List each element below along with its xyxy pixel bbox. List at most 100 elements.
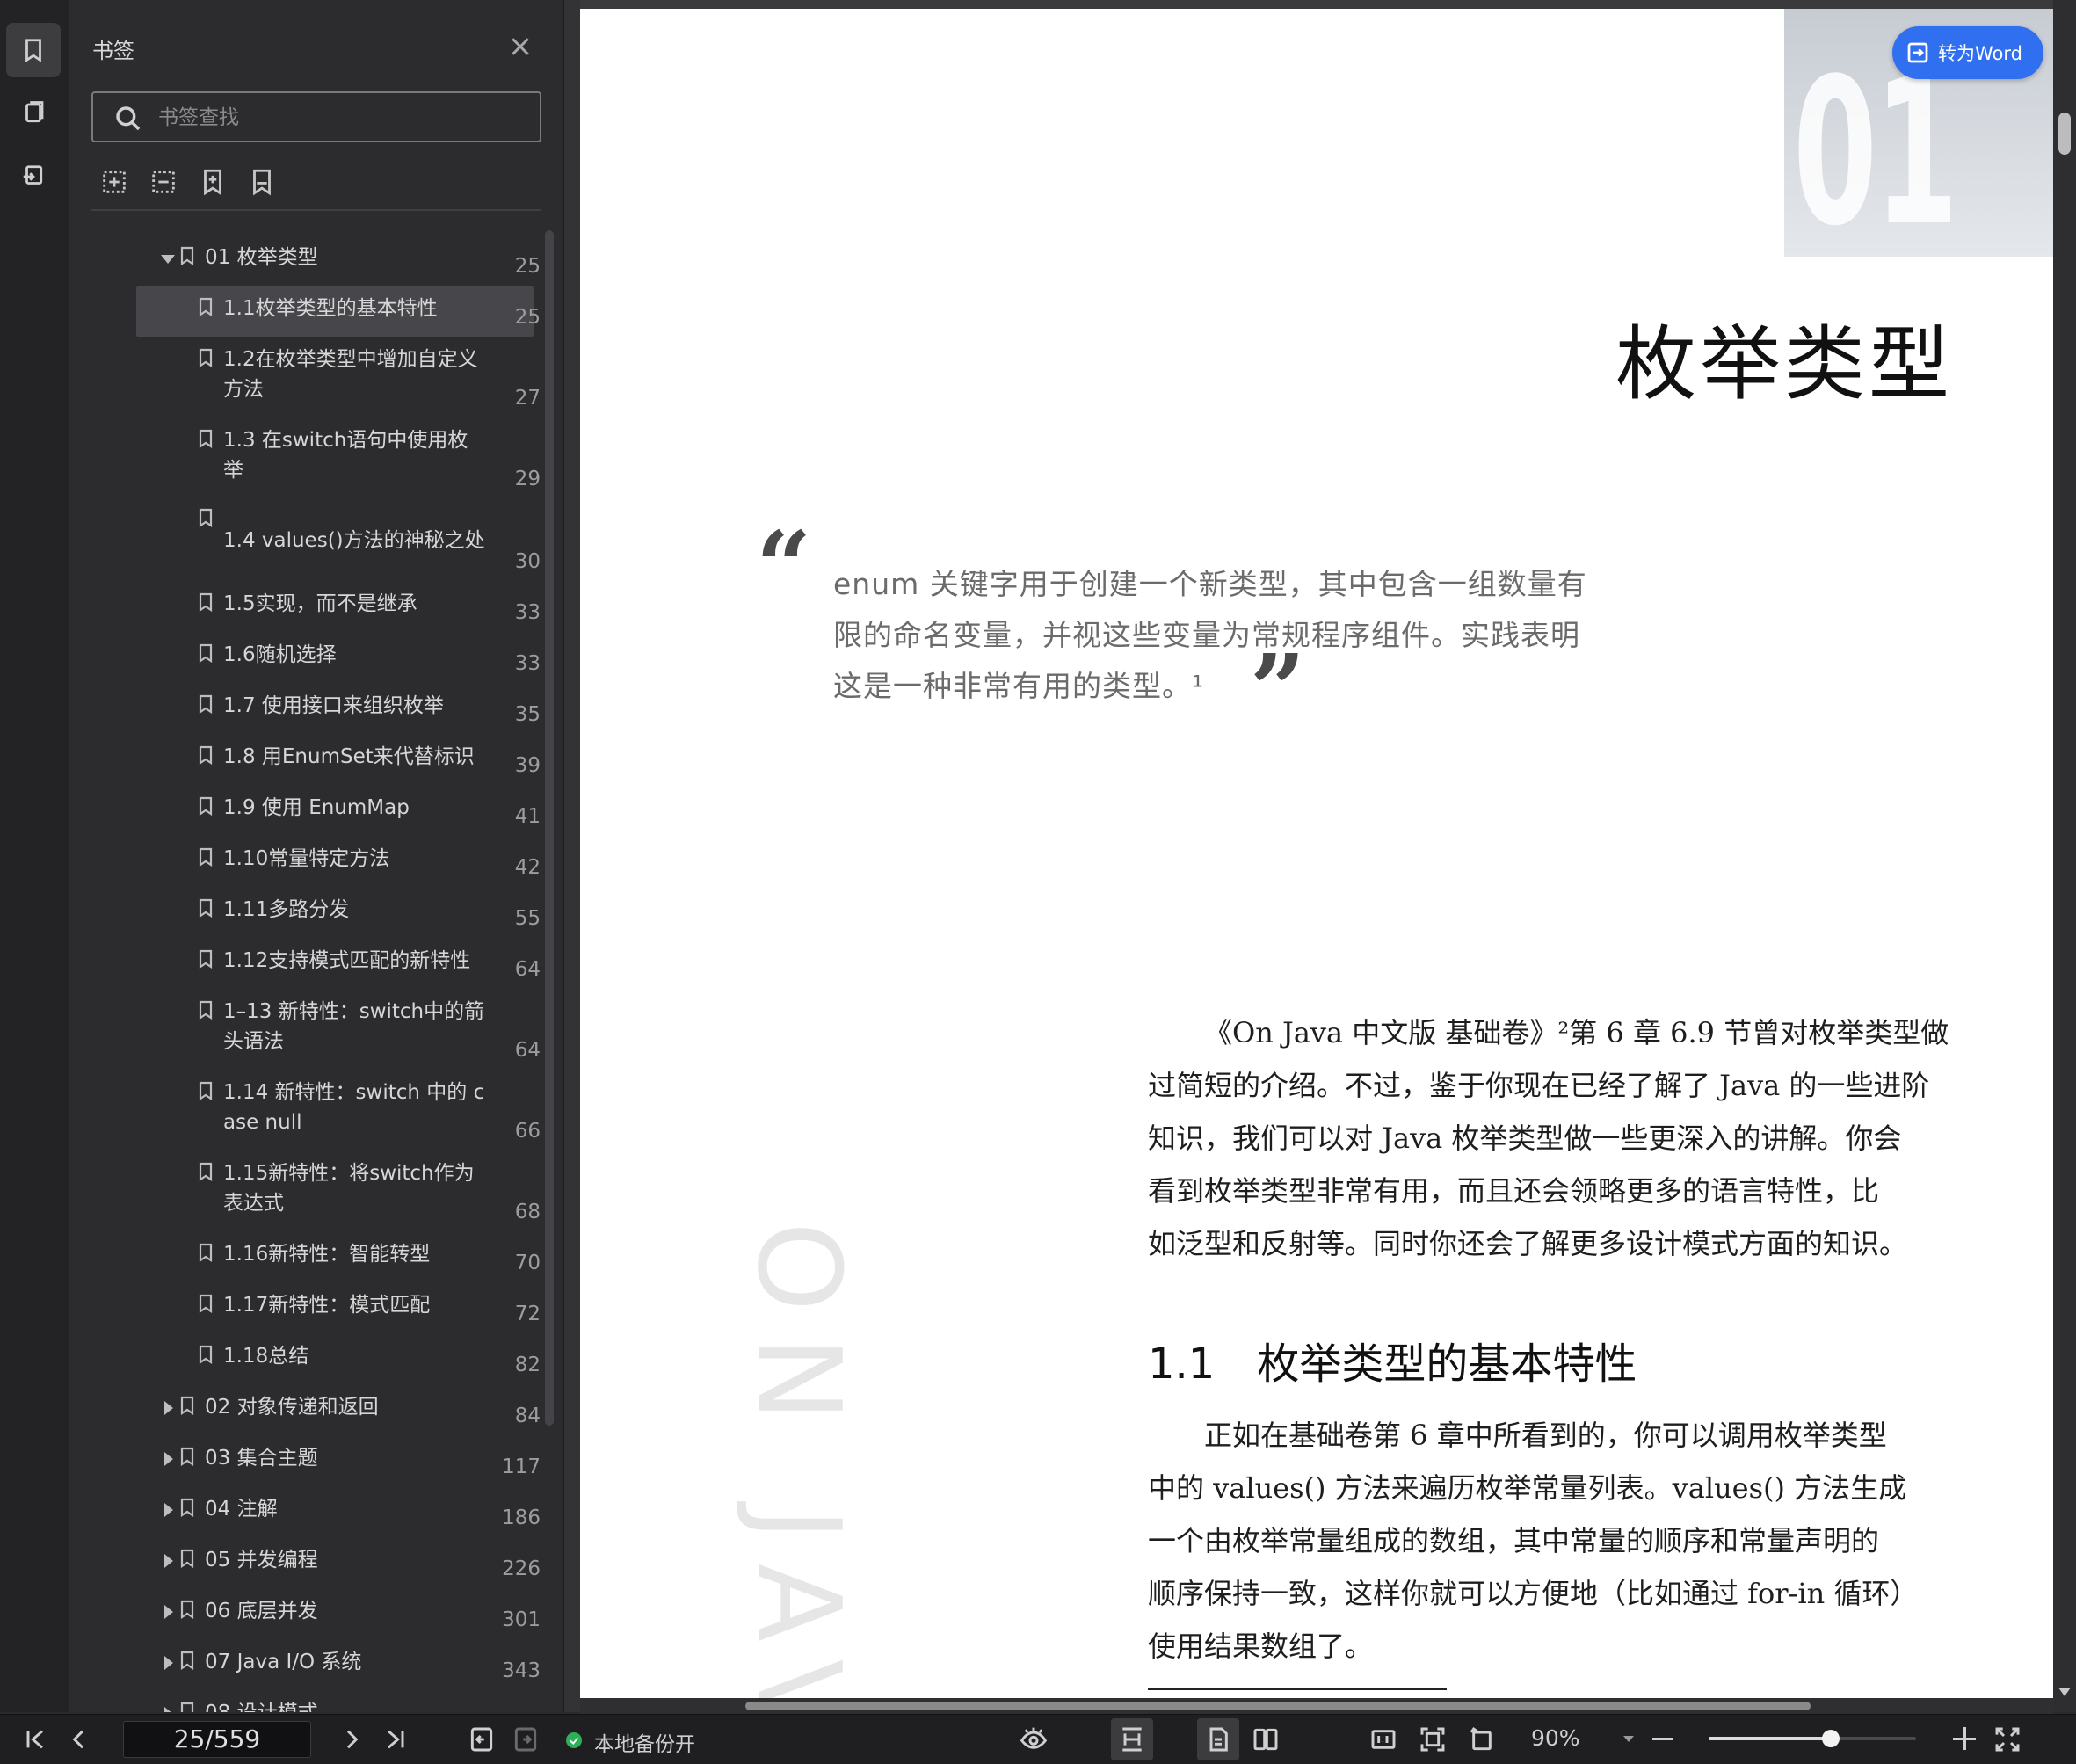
double-page-icon[interactable] bbox=[1252, 1725, 1280, 1753]
bookmark-item[interactable]: 1.8 用EnumSet来代替标识 39 bbox=[69, 742, 548, 793]
bookmark-chapter[interactable]: 07 Java I/O 系统 343 bbox=[69, 1647, 548, 1698]
document-page: 01 枚举类型 “ enum 关键字用于创建一个新类型，其中包含一组数量有 限的… bbox=[580, 9, 2053, 1698]
actual-size-icon[interactable] bbox=[1369, 1725, 1397, 1753]
panel-scrollbar[interactable] bbox=[545, 230, 554, 1426]
bookmark-page-number: 41 bbox=[514, 805, 541, 828]
bookmark-page-number: 25 bbox=[514, 255, 541, 278]
page-number-input[interactable]: 25/559 bbox=[123, 1721, 311, 1758]
bookmark-chapter[interactable]: 08 设计模式 bbox=[69, 1698, 548, 1712]
bookmark-item[interactable]: 1.15新特性：将switch作为 表达式 68 bbox=[69, 1158, 548, 1239]
bookmark-item[interactable]: 1.7 使用接口来组织枚举 35 bbox=[69, 691, 548, 742]
bookmark-panel: 书签 01 枚举类型 25 1.1枚举类型的基本特性 25 1.2在枚举类型中增加自定义… bbox=[69, 0, 563, 1712]
collapse-all-icon[interactable] bbox=[149, 167, 178, 197]
bookmark-label: 1.4 values()方法的神秘之处 bbox=[223, 529, 485, 552]
first-page-icon[interactable] bbox=[21, 1725, 49, 1753]
bookmark-icon bbox=[199, 1345, 213, 1365]
vertical-scrollbar[interactable] bbox=[2053, 0, 2076, 1712]
horizontal-scroll-thumb[interactable] bbox=[745, 1702, 1811, 1710]
add-bookmark-icon[interactable] bbox=[198, 167, 228, 197]
search-input[interactable] bbox=[156, 102, 529, 134]
bookmark-item[interactable]: 1.6随机选择 33 bbox=[69, 640, 548, 691]
caret-right-icon[interactable] bbox=[164, 1656, 173, 1670]
bookmark-page-number: 186 bbox=[502, 1506, 541, 1529]
bookmark-icon bbox=[199, 949, 213, 969]
eye-icon[interactable] bbox=[1020, 1725, 1048, 1753]
bookmark-chapter[interactable]: 03 集合主题 117 bbox=[69, 1443, 548, 1494]
caret-right-icon[interactable] bbox=[164, 1707, 173, 1712]
bookmark-label-continued: 头语法 bbox=[223, 1030, 284, 1053]
bookmark-page-number: 68 bbox=[514, 1201, 541, 1223]
bookmark-chapter[interactable]: 05 并发编程 226 bbox=[69, 1545, 548, 1596]
scroll-down-arrow-icon[interactable] bbox=[2058, 1688, 2071, 1696]
annotation-icon[interactable] bbox=[6, 149, 61, 204]
continuous-scroll-icon[interactable] bbox=[1118, 1725, 1146, 1753]
zoom-slider[interactable] bbox=[1709, 1730, 1916, 1747]
fit-page-icon[interactable] bbox=[1419, 1725, 1447, 1753]
bookmark-label: 1.17新特性：模式匹配 bbox=[223, 1294, 431, 1317]
zoom-in-icon[interactable] bbox=[1953, 1727, 1976, 1750]
caret-down-icon[interactable] bbox=[161, 255, 175, 264]
bookmark-search[interactable] bbox=[91, 91, 541, 142]
bookmark-item[interactable]: 1.14 新特性：switch 中的 c ase null 66 bbox=[69, 1078, 548, 1158]
bookmark-item[interactable]: 1.11多路分发 55 bbox=[69, 895, 548, 946]
bookmark-page-number: 42 bbox=[514, 856, 541, 879]
zoom-level[interactable]: 90% bbox=[1531, 1725, 1580, 1751]
convert-to-word-button[interactable]: 转为Word bbox=[1892, 26, 2043, 79]
bookmark-item[interactable]: 1.9 使用 EnumMap 41 bbox=[69, 793, 548, 844]
bookmark-item[interactable]: 1.18总结 82 bbox=[69, 1341, 548, 1392]
bookmark-item[interactable]: 1.10常量特定方法 42 bbox=[69, 844, 548, 895]
panel-splitter[interactable] bbox=[563, 0, 581, 1712]
bookmark-label-continued: 表达式 bbox=[223, 1192, 284, 1215]
caret-right-icon[interactable] bbox=[164, 1401, 173, 1415]
bookmark-item[interactable]: 1.4 values()方法的神秘之处 30 bbox=[69, 506, 548, 589]
caret-right-icon[interactable] bbox=[164, 1452, 173, 1466]
bookmark-item[interactable]: 1.2在枚举类型中增加自定义 方法 27 bbox=[69, 345, 548, 425]
bookmark-item[interactable]: 1.1枚举类型的基本特性 25 bbox=[69, 286, 548, 345]
caret-right-icon[interactable] bbox=[164, 1605, 173, 1619]
prev-page-icon[interactable] bbox=[65, 1725, 93, 1753]
next-page-icon[interactable] bbox=[338, 1725, 366, 1753]
backup-status-icon bbox=[566, 1732, 582, 1748]
bookmark-label-continued: 方法 bbox=[223, 378, 264, 401]
zoom-slider-fill bbox=[1709, 1737, 1832, 1740]
expand-all-icon[interactable] bbox=[99, 167, 129, 197]
close-icon[interactable] bbox=[507, 33, 534, 60]
zoom-slider-knob[interactable] bbox=[1822, 1730, 1840, 1747]
bookmark-page-number: 39 bbox=[514, 754, 541, 777]
caret-right-icon[interactable] bbox=[164, 1503, 173, 1517]
bookmark-item[interactable]: 1.3 在switch语句中使用枚举 29 bbox=[69, 425, 548, 506]
bookmark-chapter[interactable]: 04 注解 186 bbox=[69, 1494, 548, 1545]
bookmark-item[interactable]: 1.17新特性：模式匹配 72 bbox=[69, 1290, 548, 1341]
bookmark-item[interactable]: 1.16新特性：智能转型 70 bbox=[69, 1239, 548, 1290]
zoom-out-icon[interactable] bbox=[1652, 1738, 1673, 1740]
forward-icon[interactable] bbox=[512, 1725, 540, 1753]
bookmark-chapter[interactable]: 02 对象传递和返回 84 bbox=[69, 1392, 548, 1443]
bookmark-label: 1.3 在switch语句中使用枚 bbox=[223, 429, 468, 452]
section-line: 使用结果数组了。 bbox=[1148, 1630, 1374, 1663]
bookmark-icon[interactable] bbox=[6, 23, 61, 77]
bookmark-label: 1.1枚举类型的基本特性 bbox=[223, 297, 438, 320]
horizontal-scrollbar[interactable] bbox=[580, 1698, 2053, 1714]
vertical-scroll-thumb[interactable] bbox=[2058, 113, 2071, 155]
bookmark-label: 1.11多路分发 bbox=[223, 898, 350, 921]
bookmark-item[interactable]: 1.12支持模式匹配的新特性 64 bbox=[69, 946, 548, 997]
single-page-icon[interactable] bbox=[1204, 1725, 1232, 1753]
backup-status[interactable]: 本地备份开 bbox=[594, 1727, 695, 1757]
bookmark-icon bbox=[180, 1702, 194, 1712]
zoom-dropdown-icon[interactable] bbox=[1623, 1736, 1634, 1742]
bookmark-chapter[interactable]: 06 底层并发 301 bbox=[69, 1596, 548, 1647]
bookmark-label: 1.16新特性：智能转型 bbox=[223, 1243, 431, 1266]
fullscreen-icon[interactable] bbox=[1993, 1725, 2022, 1753]
bookmark-outline-icon[interactable] bbox=[247, 167, 277, 197]
last-page-icon[interactable] bbox=[381, 1725, 410, 1753]
bookmark-item[interactable]: 1–13 新特性：switch中的箭 头语法 64 bbox=[69, 997, 548, 1078]
thumbnail-icon[interactable] bbox=[6, 86, 61, 141]
bookmark-page-number: 64 bbox=[514, 1039, 541, 1062]
bookmark-item[interactable]: 1.5实现，而不是继承 33 bbox=[69, 589, 548, 640]
section-line: 顺序保持一致，这样你就可以方便地（比如通过 for-in 循环） bbox=[1148, 1577, 1919, 1610]
rotate-icon[interactable] bbox=[1468, 1725, 1496, 1753]
caret-right-icon[interactable] bbox=[164, 1554, 173, 1568]
status-bar: 25/559 本地备份开 90% bbox=[0, 1714, 2076, 1764]
bookmark-icon bbox=[199, 429, 213, 449]
back-icon[interactable] bbox=[468, 1725, 496, 1753]
